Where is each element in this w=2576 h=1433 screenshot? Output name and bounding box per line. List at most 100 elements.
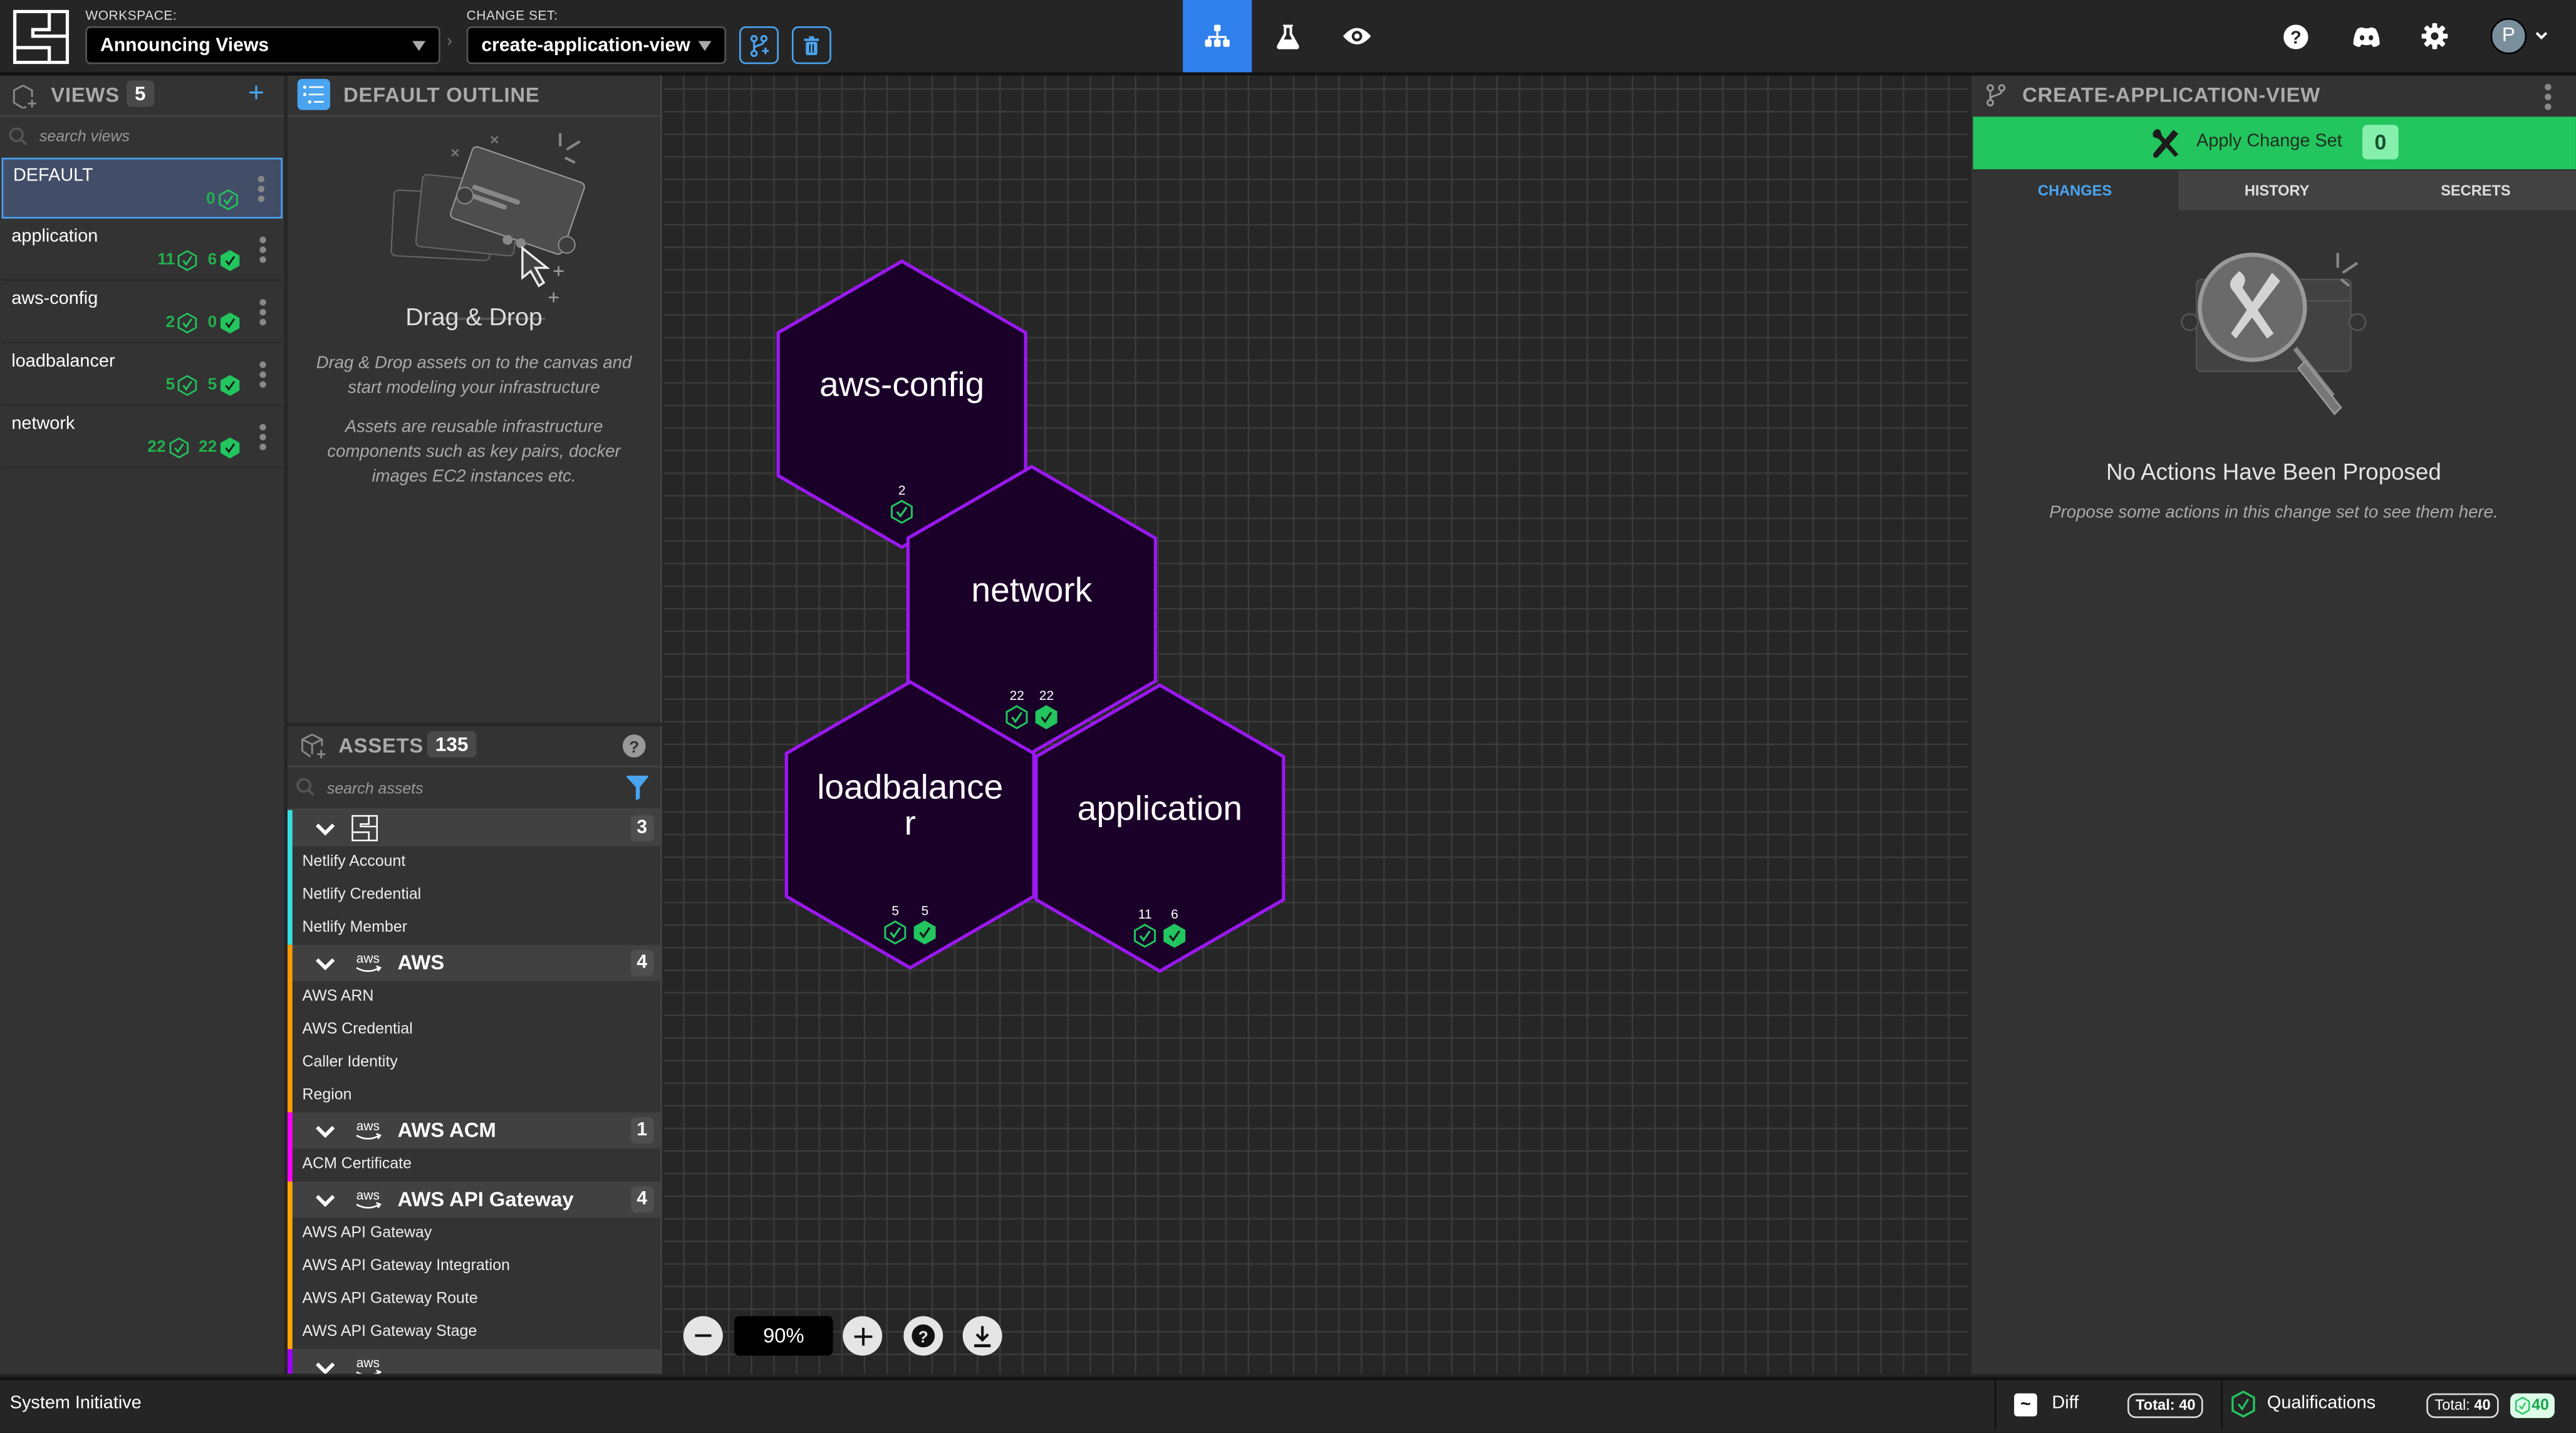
asset-group-count: 3	[630, 815, 654, 842]
view-menu-button[interactable]	[259, 424, 266, 451]
asset-group-header[interactable]: aws	[287, 1348, 661, 1374]
view-name: DEFAULT	[13, 165, 93, 186]
asset-group-header[interactable]: 3	[287, 810, 661, 847]
asset-item[interactable]: AWS Credential	[287, 1014, 661, 1047]
view-hexagon-label: network	[971, 570, 1092, 609]
views-search[interactable]: search views	[0, 117, 284, 156]
asset-group-header[interactable]: aws AWS ACM 1	[287, 1112, 661, 1149]
assets-search[interactable]: search assets	[287, 768, 661, 810]
view-menu-button[interactable]	[259, 299, 266, 326]
tab-secrets[interactable]: SECRETS	[2375, 170, 2576, 211]
view-list-item[interactable]: network 22 22	[1, 407, 283, 469]
tab-model[interactable]	[1183, 0, 1252, 73]
qualification-passed-filled-icon	[220, 250, 240, 271]
view-list-item[interactable]: loadbalancer 5 5	[1, 345, 283, 406]
minus-icon	[695, 1334, 712, 1337]
outline-header: DEFAULT OUTLINE	[287, 76, 661, 117]
asset-item[interactable]: Netlify Credential	[287, 878, 661, 912]
svg-text:?: ?	[918, 1328, 928, 1347]
asset-group-header[interactable]: aws AWS 4	[287, 944, 661, 981]
diagram-canvas[interactable]: aws-config 2 network 22 22 loadbalance r 5 5 appl…	[663, 75, 1968, 1374]
tab-history[interactable]: HISTORY	[2178, 170, 2376, 211]
view-hexagon-label: aws-config	[819, 365, 984, 404]
chevron-down-icon[interactable]	[2535, 31, 2548, 41]
view-list-item[interactable]: aws-config 2 0	[1, 283, 283, 344]
asset-item[interactable]: Netlify Member	[287, 912, 661, 945]
brand-label: System Initiative	[9, 1393, 142, 1414]
qualification-passed-outline-icon	[178, 375, 198, 396]
asset-item[interactable]: AWS API Gateway Stage	[287, 1316, 661, 1349]
stat-count: 22	[198, 439, 217, 457]
discord-button[interactable]	[2347, 18, 2384, 55]
help-icon[interactable]: ?	[622, 734, 646, 758]
chevron-down-icon[interactable]	[314, 1123, 337, 1138]
asset-item[interactable]: AWS API Gateway	[287, 1217, 661, 1251]
zoom-in-button[interactable]	[843, 1316, 883, 1356]
qualifications-status[interactable]: Qualifications Total: 40 40	[2223, 1380, 2576, 1430]
view-hexagon-label: application	[1078, 789, 1242, 828]
filter-icon[interactable]	[626, 775, 649, 801]
asset-item[interactable]: AWS ARN	[287, 981, 661, 1014]
view-list-item[interactable]: DEFAULT 0	[1, 157, 283, 219]
asset-group-header[interactable]: aws AWS API Gateway 4	[287, 1181, 661, 1218]
view-hexagon-label: loadbalance	[817, 767, 1003, 806]
diff-status[interactable]: ~ Diff Total: 40	[1996, 1380, 2221, 1430]
asset-group-count: 4	[630, 949, 654, 976]
asset-item[interactable]: Caller Identity	[287, 1046, 661, 1080]
question-circle-icon: ?	[911, 1324, 935, 1348]
apply-changeset-button[interactable]: Apply Change Set 0	[1973, 117, 2576, 170]
list-icon	[297, 78, 331, 110]
asset-item[interactable]: AWS API Gateway Integration	[287, 1250, 661, 1284]
changeset-select[interactable]: create-application-view	[466, 26, 727, 65]
diff-total-label: Total:	[2136, 1397, 2175, 1414]
view-menu-button[interactable]	[259, 361, 266, 388]
add-view-button[interactable]: +	[248, 77, 264, 110]
changeset-value: create-application-view	[481, 35, 690, 55]
view-name: application	[11, 226, 98, 247]
chevron-down-icon[interactable]	[314, 956, 337, 971]
view-menu-button[interactable]	[257, 175, 265, 202]
user-avatar[interactable]: P	[2490, 18, 2527, 55]
zoom-level[interactable]: 90%	[734, 1316, 833, 1356]
chevron-down-icon[interactable]	[314, 1192, 337, 1207]
chevron-down-icon[interactable]	[314, 821, 337, 836]
asset-item[interactable]: ACM Certificate	[287, 1149, 661, 1182]
chevron-down-icon[interactable]	[314, 1360, 337, 1374]
svg-text:aws: aws	[356, 1356, 380, 1370]
hexagon-plus-icon	[13, 85, 36, 109]
view-stats: 22 22	[147, 437, 240, 459]
tab-customize[interactable]	[1254, 0, 1322, 72]
hexagon-stat-count: 5	[922, 904, 929, 919]
qual-passed-pill: 40	[2510, 1393, 2554, 1419]
view-stats: 20	[166, 312, 240, 334]
caret-down-icon	[412, 40, 426, 50]
view-menu-button[interactable]	[259, 236, 266, 263]
tab-changes[interactable]: CHANGES	[1971, 170, 2179, 211]
download-button[interactable]	[962, 1316, 1002, 1356]
canvas-help-button[interactable]: ?	[903, 1316, 943, 1356]
zoom-out-button[interactable]	[683, 1316, 723, 1356]
diff-label: Diff	[2052, 1393, 2079, 1414]
abandon-changeset-button[interactable]	[791, 26, 831, 65]
asset-item[interactable]: Netlify Account	[287, 846, 661, 879]
asset-item[interactable]: AWS API Gateway Route	[287, 1283, 661, 1316]
tab-audit[interactable]	[1322, 0, 1391, 72]
asset-item[interactable]: Region	[287, 1079, 661, 1113]
create-changeset-button[interactable]	[739, 26, 779, 65]
settings-button[interactable]	[2417, 18, 2453, 55]
git-branch-plus-icon	[750, 34, 769, 56]
group-color-stripe	[287, 1112, 293, 1182]
changeset-menu-button[interactable]	[2545, 83, 2552, 110]
stat-count: 6	[207, 251, 217, 270]
assets-panel: ASSETS 135 ? search assets 3 Netlify Acco…	[287, 726, 662, 1374]
si-logo-icon	[351, 815, 378, 842]
system-initiative-logo-icon[interactable]	[13, 9, 70, 65]
no-actions-title: No Actions Have Been Proposed	[2106, 458, 2441, 485]
workspace-select[interactable]: Announcing Views	[85, 26, 440, 65]
qualification-passed-filled-icon	[220, 375, 240, 396]
view-list-item[interactable]: application 11 6	[1, 220, 283, 281]
outline-empty-title: Drag & Drop	[405, 304, 543, 332]
group-color-stripe	[287, 1181, 293, 1349]
search-icon	[9, 127, 28, 146]
help-button[interactable]: ?	[2277, 18, 2314, 55]
